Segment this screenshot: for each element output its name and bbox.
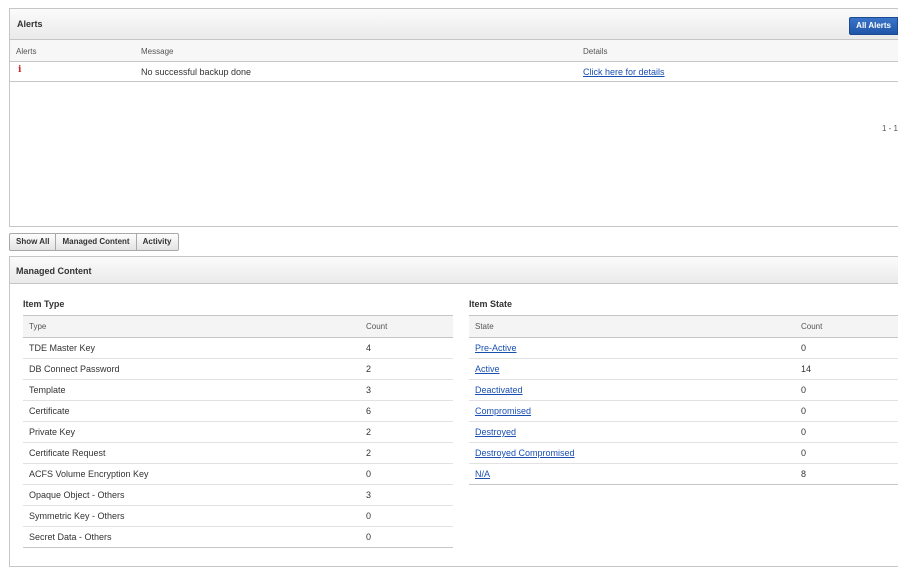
alerts-row: i No successful backup done Click here f… [10, 62, 898, 82]
item-state-cell: Destroyed Compromised [469, 442, 795, 464]
tab-activity[interactable]: Activity [136, 233, 179, 251]
item-count-cell: 0 [360, 526, 453, 548]
state-count-cell: 8 [795, 463, 898, 485]
state-link[interactable]: Deactivated [475, 385, 523, 395]
state-count-cell: 0 [795, 421, 898, 443]
item-state-cell: Destroyed [469, 421, 795, 443]
item-type-column-type[interactable]: Type [23, 315, 360, 338]
table-row: N/A 8 [469, 463, 898, 485]
alerts-column-details[interactable]: Details [583, 47, 607, 56]
alerts-column-message[interactable]: Message [141, 47, 173, 56]
tab-show-all[interactable]: Show All [9, 233, 57, 251]
item-state-title: Item State [469, 299, 513, 309]
item-count-cell: 2 [360, 421, 453, 443]
alerts-pager: 1 - 1 [881, 124, 898, 133]
item-count-cell: 6 [360, 400, 453, 422]
state-count-cell: 0 [795, 400, 898, 422]
item-type-cell: Symmetric Key - Others [23, 505, 360, 527]
table-row: Active 14 [469, 358, 898, 380]
alerts-title: Alerts [17, 19, 43, 29]
state-link[interactable]: Pre-Active [475, 343, 517, 353]
state-link[interactable]: Active [475, 364, 500, 374]
state-link[interactable]: Destroyed [475, 427, 516, 437]
item-type-cell: Secret Data - Others [23, 526, 360, 548]
table-row: Destroyed 0 [469, 421, 898, 443]
state-count-cell: 14 [795, 358, 898, 380]
tab-managed-content[interactable]: Managed Content [56, 233, 137, 251]
item-type-column-count[interactable]: Count [360, 315, 453, 338]
state-link[interactable]: Compromised [475, 406, 531, 416]
item-type-cell: Private Key [23, 421, 360, 443]
item-count-cell: 2 [360, 442, 453, 464]
alerts-header: Alerts All Alerts [10, 9, 898, 40]
table-row: DB Connect Password 2 [23, 358, 453, 380]
alerts-panel: Alerts All Alerts Alerts Message Details… [9, 8, 898, 227]
item-state-cell: N/A [469, 463, 795, 485]
state-count-cell: 0 [795, 442, 898, 464]
table-row: Deactivated 0 [469, 379, 898, 401]
item-type-cell: TDE Master Key [23, 337, 360, 359]
table-row: Destroyed Compromised 0 [469, 442, 898, 464]
info-icon: i [18, 65, 22, 75]
item-count-cell: 3 [360, 484, 453, 506]
table-row: Private Key 2 [23, 421, 453, 443]
item-type-title: Item Type [23, 299, 65, 309]
alerts-column-header: Alerts Message Details [10, 40, 898, 62]
item-state-cell: Pre-Active [469, 337, 795, 359]
managed-content-panel: Managed Content Item Type Type Count TDE… [9, 256, 898, 567]
item-count-cell: 0 [360, 463, 453, 485]
table-row: Certificate 6 [23, 400, 453, 422]
item-state-cell: Deactivated [469, 379, 795, 401]
table-row: Pre-Active 0 [469, 337, 898, 359]
table-row: Certificate Request 2 [23, 442, 453, 464]
item-state-column-state[interactable]: State [469, 315, 795, 338]
item-type-cell: Certificate Request [23, 442, 360, 464]
state-count-cell: 0 [795, 337, 898, 359]
item-state-cell: Active [469, 358, 795, 380]
table-row: Opaque Object - Others 3 [23, 484, 453, 506]
table-row: Symmetric Key - Others 0 [23, 505, 453, 527]
item-count-cell: 3 [360, 379, 453, 401]
alert-message: No successful backup done [141, 67, 252, 77]
managed-content-title: Managed Content [16, 266, 92, 276]
item-type-cell: ACFS Volume Encryption Key [23, 463, 360, 485]
state-link[interactable]: N/A [475, 469, 490, 479]
item-count-cell: 2 [360, 358, 453, 380]
item-state-cell: Compromised [469, 400, 795, 422]
alerts-column-alerts[interactable]: Alerts [16, 47, 36, 56]
item-state-column-count[interactable]: Count [795, 315, 898, 338]
item-type-cell: Certificate [23, 400, 360, 422]
state-link[interactable]: Destroyed Compromised [475, 448, 575, 458]
item-type-table: Type Count TDE Master Key 4 DB Connect Pas… [23, 315, 453, 548]
item-count-cell: 4 [360, 337, 453, 359]
item-count-cell: 0 [360, 505, 453, 527]
table-row: Compromised 0 [469, 400, 898, 422]
all-alerts-button[interactable]: All Alerts [849, 17, 898, 35]
table-row: TDE Master Key 4 [23, 337, 453, 359]
table-row: Template 3 [23, 379, 453, 401]
managed-content-header: Managed Content [10, 257, 898, 284]
item-type-cell: DB Connect Password [23, 358, 360, 380]
content-tabs: Show All Managed Content Activity [9, 233, 179, 251]
item-type-cell: Template [23, 379, 360, 401]
state-count-cell: 0 [795, 379, 898, 401]
item-type-cell: Opaque Object - Others [23, 484, 360, 506]
item-state-table: State Count Pre-Active 0 Active 14 Deactivat… [469, 315, 898, 485]
alert-details-link[interactable]: Click here for details [583, 67, 665, 77]
table-row: ACFS Volume Encryption Key 0 [23, 463, 453, 485]
table-row: Secret Data - Others 0 [23, 526, 453, 548]
